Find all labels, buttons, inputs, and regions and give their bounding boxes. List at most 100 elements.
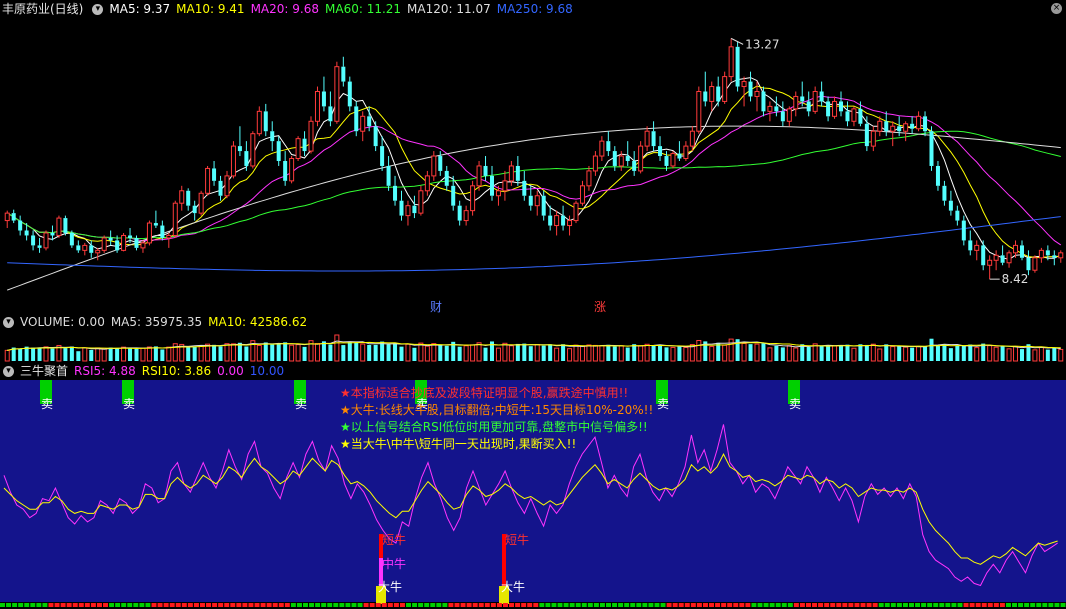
chevron-down-icon[interactable]: ▾ [92,4,104,15]
candle-body [354,106,359,132]
volume-bar [341,345,346,361]
chevron-down-icon[interactable]: ▾ [3,317,14,328]
mid-bull-label: 中牛 [382,556,406,571]
candle-body [483,165,488,176]
state-cell [472,603,478,607]
state-cell [242,603,248,607]
candle-body [95,249,101,254]
candle-body [1052,255,1057,258]
state-cell [78,603,84,607]
state-cell [260,603,266,607]
volume-bar [457,346,462,361]
candle [832,96,838,119]
candle-body [373,126,378,147]
candle [95,247,101,261]
state-cell [442,603,448,607]
state-cell [781,603,787,607]
candle-body [115,240,120,251]
volume-bar [101,348,107,362]
indicator-pane[interactable]: 卖卖卖卖卖卖短牛 中牛 大牛 短牛 大牛 ▾ 三牛聚首 RSI5: 4.88 RSI10: 3… [0,362,1066,609]
state-cell [127,603,133,607]
ma20-line [6,95,1062,246]
volume-bar [1038,346,1044,362]
candle-body [314,91,320,122]
candle-body [63,218,68,233]
state-cell [636,603,642,607]
candle-body [573,202,579,222]
candle [864,116,869,152]
candle [4,210,10,229]
close-icon[interactable]: × [1051,3,1062,14]
candle [160,220,165,241]
volume-bar [573,344,579,362]
candle-body [864,123,869,147]
volume-bar [728,338,734,362]
candle-body [76,245,81,251]
volume-bar [696,339,702,362]
state-cell [381,603,387,607]
state-cell [254,603,260,607]
chevron-down-icon[interactable]: ▾ [3,366,14,377]
candle [444,165,449,191]
candle [56,215,62,238]
volume-bar [160,349,165,361]
indicator-title: 三牛聚首 [20,364,69,378]
candle [968,230,973,256]
candle-body [276,141,281,161]
state-cell [212,603,218,607]
volume-bar [295,344,301,362]
candle-body [935,165,940,186]
volume-bar [31,347,36,361]
candle-body [457,205,462,221]
candle [276,136,281,166]
price-pane[interactable]: 13.27 8.42 财 涨 丰原药业(日线) ▾ MA5: 9.37 MA10: 9.41… [0,0,1066,313]
candle [845,101,850,127]
candle [146,220,152,246]
candle [1058,250,1064,263]
candlestick-chart[interactable]: 13.27 8.42 财 涨 [0,0,1066,313]
volume-bar [140,347,146,362]
volume-bar [548,344,553,361]
candle-body [728,46,734,78]
state-cell [6,603,12,607]
volume-bar [1013,345,1019,362]
candle [502,170,508,201]
candle-body [50,232,55,236]
candle-body [470,185,476,212]
candle-body [108,237,113,241]
state-cell [957,603,963,607]
volume-header: ▾ VOLUME: 0.00 MA5: 35975.35 MA10: 42586.62 [0,313,319,331]
state-cell [527,603,533,607]
state-cell [624,603,630,607]
candle [748,71,753,102]
candle-body [910,123,915,129]
volume-bar [651,345,656,361]
candle [270,121,275,152]
volume-bar [76,351,81,361]
state-cell [278,603,284,607]
volume-pane[interactable]: ▾ VOLUME: 0.00 MA5: 35975.35 MA10: 42586.62 [0,313,1066,362]
candle-body [696,91,702,132]
volume-bar [839,345,844,361]
state-cell [563,603,569,607]
volume-bar [767,347,773,362]
candle [625,141,630,166]
state-cell [872,603,878,607]
indicator-label-2: 0.00 [217,364,244,378]
candle [424,170,430,196]
volume-bar [910,347,915,361]
candle [592,151,598,176]
volume-bar [418,342,424,362]
volume-bar [851,347,857,362]
big-bull-label: 大牛 [501,579,525,594]
candle [515,156,520,186]
state-cell [36,603,42,607]
sell-signal: 卖 [40,380,53,411]
volume-bar [987,345,993,362]
state-cell [484,603,490,607]
state-cell [18,603,24,607]
volume-bar [82,347,88,362]
volume-bar [774,345,779,361]
candle-body [1006,252,1012,264]
state-cell [975,603,981,607]
